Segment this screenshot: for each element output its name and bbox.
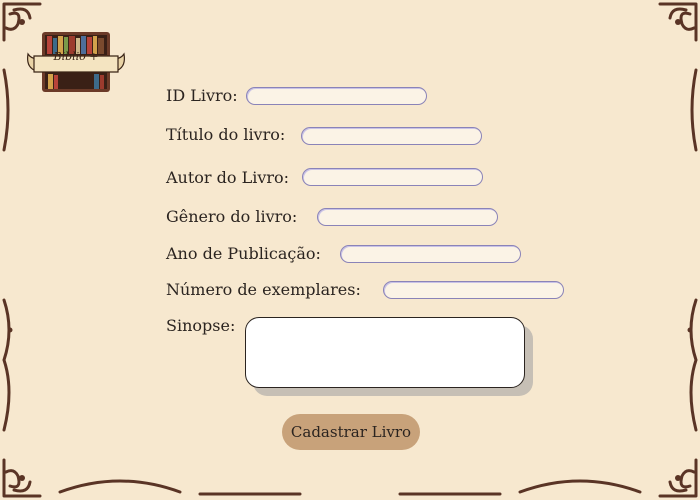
sinopse-label: Sinopse: [166, 316, 236, 335]
autor-label: Autor do Livro: [166, 168, 290, 187]
autor-input[interactable] [302, 168, 483, 186]
id-livro-label: ID Livro: [166, 86, 238, 105]
ano-input[interactable] [340, 245, 521, 263]
genero-input[interactable] [317, 208, 498, 226]
exemplares-label: Número de exemplares: [166, 280, 361, 299]
exemplares-input[interactable] [383, 281, 564, 299]
ano-label: Ano de Publicação: [166, 244, 321, 263]
titulo-label: Título do livro: [166, 125, 286, 144]
titulo-input[interactable] [301, 127, 482, 145]
cadastrar-livro-button[interactable]: Cadastrar Livro [282, 414, 420, 450]
book-registration-form: ID Livro: Título do livro: Autor do Livr… [0, 0, 700, 500]
sinopse-textarea[interactable] [245, 317, 525, 388]
id-livro-input[interactable] [246, 87, 427, 105]
genero-label: Gênero do livro: [166, 207, 298, 226]
